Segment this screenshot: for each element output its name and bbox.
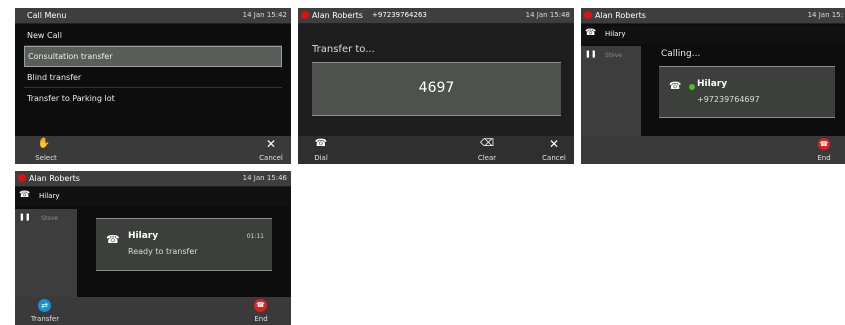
close-icon: ✕: [548, 137, 560, 151]
transfer-to-screen: Alan Roberts +97239764263 14 Jan 15:48 T…: [298, 8, 574, 164]
held-call-tab[interactable]: ❚❚ Steve: [581, 46, 641, 136]
backspace-icon: ⌫: [479, 138, 495, 149]
transfer-number-input[interactable]: 4697: [312, 62, 561, 116]
active-call-name: Hilary: [39, 192, 60, 200]
caller-name: Alan Roberts: [595, 11, 646, 20]
menu-item-transfer-to-parking-lot[interactable]: Transfer to Parking lot: [24, 89, 282, 108]
cancel-label: Cancel: [259, 154, 283, 162]
caller-number: +97239764263: [372, 11, 427, 19]
call-card: ☎ Hilary +97239764697: [659, 66, 835, 118]
menu-title: Call Menu: [27, 11, 67, 20]
card-name: Hilary: [128, 231, 159, 241]
transfer-prompt: Transfer to...: [312, 44, 375, 55]
menu-item-consultation-transfer[interactable]: Consultation transfer: [24, 46, 282, 67]
cancel-label: Cancel: [542, 154, 566, 162]
active-call-name: Hilary: [605, 30, 626, 38]
end-call-icon: ☎: [818, 138, 830, 150]
menu-item-new-call[interactable]: New Call: [24, 26, 282, 45]
end-label: End: [254, 315, 268, 323]
phone-icon: ☎: [585, 28, 597, 38]
end-label: End: [817, 154, 831, 162]
status-bar: Alan Roberts +97239764263 14 Jan 15:48: [298, 8, 574, 24]
phone-icon: ☎: [19, 190, 31, 200]
card-timer: 01:11: [246, 233, 264, 240]
dial-label: Dial: [314, 154, 328, 162]
status-bar: Alan Roberts 14 Jan 15:46: [15, 171, 291, 187]
transfer-softkey[interactable]: ⇄ Transfer: [25, 297, 65, 325]
input-value: 4697: [418, 80, 455, 96]
select-label: Select: [35, 154, 57, 162]
phone-arrow-icon: ☎: [669, 81, 682, 92]
calling-screen: Alan Roberts 14 Jan 15: ☎ Hilary ❚❚ Stev…: [581, 8, 845, 164]
card-name: Hilary: [697, 79, 728, 89]
softkey-bar: ✋ Select ✕ Cancel: [15, 136, 291, 164]
end-softkey[interactable]: ☎ End: [249, 297, 273, 325]
transfer-icon: ⇄: [38, 299, 51, 312]
recording-dot-icon: [584, 11, 592, 19]
close-icon: ✕: [265, 137, 277, 151]
phone-icon: ☎: [314, 138, 328, 149]
hand-pointer-icon: ✋: [37, 138, 51, 149]
cancel-softkey[interactable]: ✕ Cancel: [540, 136, 568, 164]
dial-softkey[interactable]: ☎ Dial: [312, 136, 340, 164]
call-status: Calling...: [661, 49, 701, 59]
softkey-bar: ☎ Dial ⌫ Clear ✕ Cancel: [298, 136, 574, 164]
date-time: 14 Jan 15:42: [242, 11, 287, 19]
call-menu-screen: Call Menu 14 Jan 15:42 New Call Consulta…: [15, 8, 291, 164]
transfer-phone-icon: ☎: [106, 233, 120, 246]
status-bar: Call Menu 14 Jan 15:42: [15, 8, 291, 24]
recording-dot-icon: [18, 174, 26, 182]
pause-icon: ❚❚: [585, 50, 597, 58]
end-call-icon: ☎: [254, 299, 267, 312]
active-call-row[interactable]: ☎ Hilary: [15, 188, 291, 206]
pause-icon: ❚❚: [19, 213, 31, 221]
presence-dot-icon: [689, 84, 695, 90]
transfer-label: Transfer: [30, 315, 60, 323]
date-time: 14 Jan 15:48: [525, 11, 570, 19]
end-softkey[interactable]: ☎ End: [813, 136, 837, 164]
date-time: 14 Jan 15:: [807, 11, 843, 19]
clear-label: Clear: [477, 154, 497, 162]
softkey-bar: ⇄ Transfer ☎ End: [15, 297, 291, 325]
caller-name: Alan Roberts: [29, 174, 80, 183]
call-card: ☎ Hilary 01:11 Ready to transfer: [96, 218, 272, 271]
card-number: +97239764697: [697, 95, 760, 104]
softkey-bar: ☎ End: [581, 136, 845, 164]
status-bar: Alan Roberts 14 Jan 15:: [581, 8, 845, 24]
held-call-tab[interactable]: ❚❚ Steve: [15, 209, 77, 297]
active-call-row[interactable]: ☎ Hilary: [581, 26, 845, 44]
ready-to-transfer-screen: Alan Roberts 14 Jan 15:46 ☎ Hilary ❚❚ St…: [15, 171, 291, 325]
held-call-name: Steve: [605, 52, 623, 59]
held-call-name: Steve: [41, 215, 59, 222]
card-status: Ready to transfer: [128, 247, 198, 256]
clear-softkey[interactable]: ⌫ Clear: [476, 136, 498, 164]
recording-dot-icon: [301, 11, 309, 19]
cancel-softkey[interactable]: ✕ Cancel: [257, 136, 285, 164]
caller-name: Alan Roberts: [312, 11, 363, 20]
date-time: 14 Jan 15:46: [242, 174, 287, 182]
select-softkey[interactable]: ✋ Select: [29, 136, 59, 164]
divider: [24, 87, 282, 88]
menu-item-blind-transfer[interactable]: Blind transfer: [24, 68, 282, 87]
